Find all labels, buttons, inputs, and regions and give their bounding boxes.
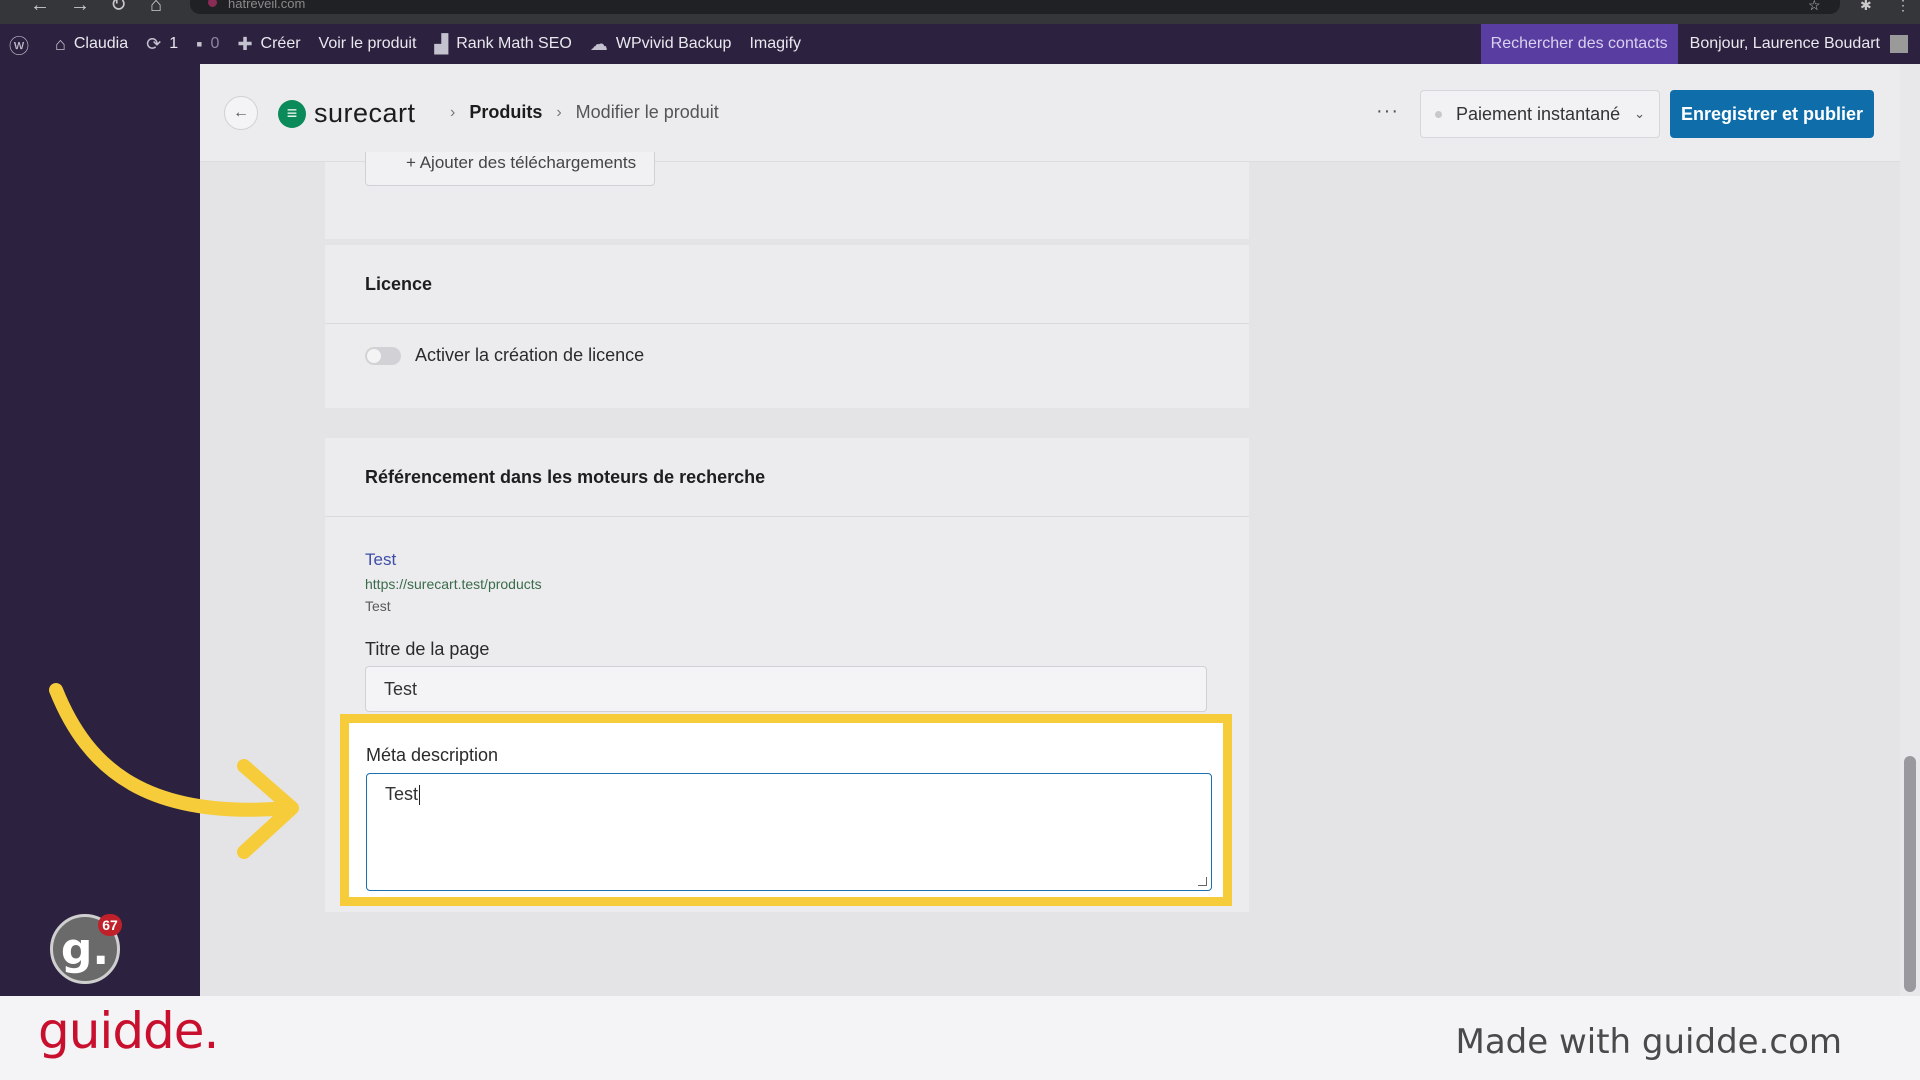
browser-menu-icon[interactable]: ⋮ [1896,0,1910,14]
save-publish-button[interactable]: Enregistrer et publier [1670,90,1874,138]
editor-header: ← ≡ surecart › Produits › Modifier le pr… [200,64,1900,162]
view-product-label: Voir le produit [318,35,417,52]
licence-toggle[interactable] [365,346,401,365]
add-downloads-button[interactable]: + Ajouter des téléchargements [365,152,655,186]
breadcrumb-products[interactable]: Produits [469,102,542,123]
rankmath-icon: ▟ [434,33,449,54]
chevron-right-icon: › [450,103,456,121]
publish-label: Enregistrer et publier [1680,103,1864,124]
page-title-label: Titre de la page [365,639,490,659]
site-name-link[interactable]: ⌂ Claudia [46,24,137,64]
wordpress-logo-button[interactable]: ⓦ [0,24,46,64]
view-product-link[interactable]: Voir le produit [310,24,426,64]
search-contacts-label: Rechercher des contacts [1490,35,1668,52]
back-button[interactable]: ← [224,96,258,130]
payment-status-select[interactable]: Paiement instantané ⌄ [1420,90,1660,138]
licence-title: Licence [325,245,1249,324]
logo-text: surecart [314,98,416,128]
browser-toolbar: ← → ↻ ⌂ hatreveil.com ☆ ✱ ⋮ [0,0,1920,24]
seo-preview-title: Test [365,550,397,569]
page-title-input[interactable]: Test [365,666,1207,712]
meta-description-textarea[interactable]: Test [366,773,1212,891]
guidde-footer: guidde. Made with guidde.com [0,996,1920,1080]
comment-icon: ▪ [196,33,203,54]
extensions-icon[interactable]: ✱ [1860,0,1872,14]
create-label: Créer [260,35,301,52]
guidde-badge-count: 67 [98,914,122,936]
wp-admin-bar: ⓦ ⌂ Claudia ⟳ 1 ▪ 0 ✚ Créer Voir le prod… [0,24,1920,64]
wpvivid-link[interactable]: ☁ WPvivid Backup [581,24,741,64]
chevron-down-icon: ⌄ [1634,106,1645,121]
updates-link[interactable]: ⟳ 1 [137,24,187,64]
user-greeting: Bonjour, Laurence Boudart [1689,35,1880,52]
chevron-right-icon: › [556,103,562,121]
licence-toggle-label: Activer la création de licence [415,345,645,365]
status-dot-icon [1435,110,1442,118]
back-arrow-icon[interactable]: ← [30,0,50,15]
imagify-link[interactable]: Imagify [740,24,810,64]
seo-preview-url: https://surecart.test/products [365,576,542,592]
breadcrumb-edit-product: Modifier le produit [575,102,719,122]
add-downloads-label: + Ajouter des téléchargements [406,153,637,172]
rankmath-label: Rank Math SEO [456,35,572,52]
imagify-label: Imagify [749,35,802,52]
plus-icon: ✚ [237,33,253,54]
bookmark-star-icon[interactable]: ☆ [1808,0,1821,14]
more-options-button[interactable]: ··· [1376,100,1399,123]
avatar [1890,35,1908,53]
text-caret [419,785,421,806]
surecart-logo-icon: ≡ [278,99,306,128]
reload-icon[interactable]: ↻ [110,0,127,15]
licence-toggle-row: Activer la création de licence [365,345,644,366]
resize-handle-icon[interactable] [1198,877,1207,886]
user-account-menu[interactable]: Bonjour, Laurence Boudart [1678,35,1920,53]
meta-description-label: Méta description [366,745,499,765]
updates-icon: ⟳ [146,33,162,54]
url-text: hatreveil.com [228,0,306,11]
wpvivid-label: WPvivid Backup [615,35,732,52]
wordpress-logo-icon: ⓦ [9,35,29,58]
surecart-logo: ≡ surecart [278,98,416,129]
cloud-icon: ☁ [589,33,608,54]
updates-count: 1 [169,35,179,52]
downloads-card: + Ajouter des téléchargements [325,152,1249,239]
comments-link[interactable]: ▪ 0 [187,24,228,64]
rankmath-link[interactable]: ▟ Rank Math SEO [425,24,580,64]
seo-preview-description: Test [365,598,391,614]
address-bar[interactable]: hatreveil.com [190,0,1840,14]
made-with-text: Made with guidde.com [1455,1022,1842,1062]
guidde-logo: guidde. [38,1002,219,1060]
seo-title: Référencement dans les moteurs de recher… [325,438,1249,517]
licence-card: Licence Activer la création de licence [325,245,1249,408]
meta-description-value: Test [385,784,419,804]
home-icon[interactable]: ⌂ [150,0,162,15]
annotation-arrow-icon [49,683,299,859]
breadcrumb: › Produits › Modifier le produit [450,102,719,123]
site-favicon-icon [208,0,217,7]
site-name: Claudia [73,35,129,52]
meta-description-highlight: Méta description Test [340,714,1232,906]
status-select-value: Paiement instantané [1456,103,1621,124]
forward-arrow-icon[interactable]: → [70,0,90,15]
create-new-link[interactable]: ✚ Créer [228,24,309,64]
search-contacts-button[interactable]: Rechercher des contacts [1480,24,1678,64]
arrow-left-icon: ← [233,104,249,121]
home-icon: ⌂ [55,33,66,54]
scrollbar-thumb[interactable] [1904,756,1916,992]
comments-count: 0 [210,35,220,52]
